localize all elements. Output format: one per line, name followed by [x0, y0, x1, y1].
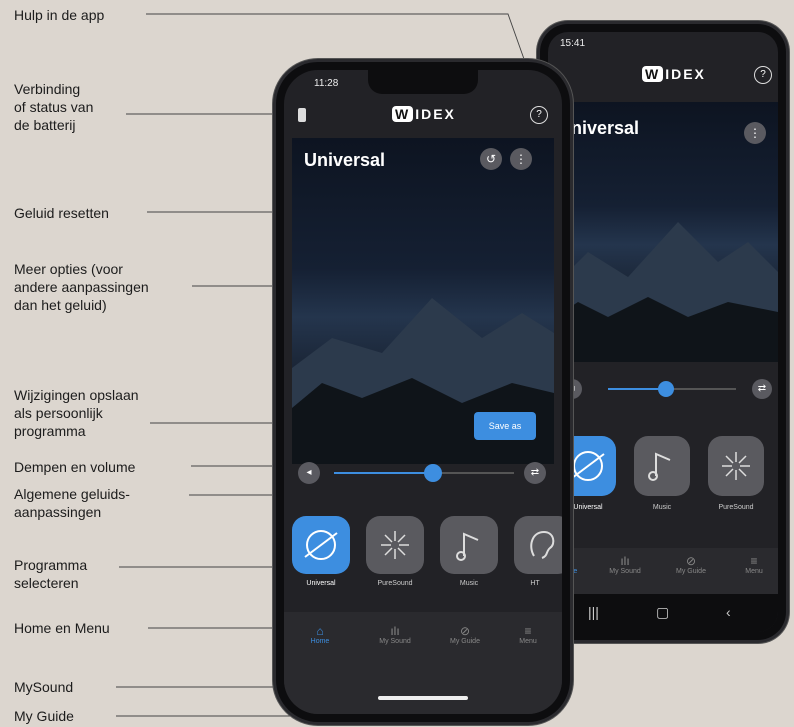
front-nav-mysound[interactable]: ılı My Sound	[370, 624, 420, 645]
back-program-title: Universal	[558, 118, 640, 138]
front-nav-menu-label: Menu	[519, 638, 537, 645]
back-background-image	[548, 102, 778, 362]
front-nav-bar: ⌂ Home ılı My Sound ⊘ My Guide ≡ Menu	[284, 612, 562, 714]
callout-help: Hulp in de app	[14, 7, 105, 23]
front-screen: 11:28 WIDEX ? Universal ↺ ⋮ Save as ◂ ⇄	[284, 70, 562, 714]
back-nav-mysound-label: My Sound	[609, 568, 641, 575]
back-volume-fill	[608, 388, 666, 390]
front-battery-icon[interactable]	[298, 108, 306, 122]
front-program-tile-universal[interactable]	[292, 516, 350, 574]
front-home-indicator	[378, 696, 468, 700]
back-volume-knob[interactable]	[657, 381, 674, 397]
back-program-label-2: PureSound	[718, 504, 754, 511]
back-logo-text: IDEX	[665, 66, 706, 82]
callout-save: Wijzigingen opslaan als persoonlijk prog…	[14, 387, 139, 439]
front-reset-icon[interactable]: ↺	[480, 148, 502, 170]
back-logo-w: W	[642, 66, 664, 82]
front-program-label-2: Music	[459, 580, 479, 587]
back-program-tile-music[interactable]	[634, 436, 690, 496]
front-widex-logo: W IDEX	[392, 106, 456, 122]
callout-connection: Verbinding of status van de batterij	[14, 81, 94, 133]
front-status-time: 11:28	[314, 78, 339, 89]
front-nav-mysound-label: My Sound	[379, 638, 411, 645]
back-status-time: 15:41	[560, 38, 586, 49]
back-home-button-icon[interactable]: ▢	[656, 604, 669, 621]
back-recent-apps-icon[interactable]: |||	[588, 604, 599, 620]
back-mysound-icon: ılı	[620, 554, 630, 568]
front-nav-myguide[interactable]: ⊘ My Guide	[440, 624, 490, 645]
front-more-options-icon[interactable]: ⋮	[510, 148, 532, 170]
back-nav-mysound[interactable]: ılı My Sound	[600, 554, 650, 575]
back-nav-myguide-label: My Guide	[676, 568, 706, 575]
front-nav-myguide-label: My Guide	[450, 638, 480, 645]
back-nav-menu-label: Menu	[745, 568, 763, 575]
front-help-icon[interactable]: ?	[530, 106, 548, 124]
front-program-title: Universal	[304, 150, 386, 170]
front-nav-home-label: Home	[310, 638, 330, 645]
back-nav-bar: ⌂Home ılıMy Sound ⊘My Guide ≡Menu	[548, 548, 778, 594]
front-home-icon: ⌂	[316, 624, 324, 638]
front-program-tile-puresound[interactable]	[366, 516, 424, 574]
front-program-tile-ht[interactable]	[514, 516, 562, 574]
back-back-button-icon[interactable]: ‹	[726, 604, 731, 620]
front-sound-adjust-icon[interactable]: ⇄	[524, 462, 546, 484]
front-menu-icon: ≡	[524, 624, 532, 638]
callout-home-menu: Home en Menu	[14, 620, 110, 636]
back-more-options-icon[interactable]: ⋮	[744, 122, 766, 144]
front-music-icon	[456, 532, 479, 561]
back-program-label-1: Music	[652, 504, 672, 511]
front-puresound-icon	[381, 531, 409, 559]
back-sound-adjust-icon[interactable]: ⇄	[752, 379, 772, 399]
front-program-label-0: Universal	[306, 580, 336, 587]
back-screen: 15:41 W IDEX ? Universal ⋮ ◂ ⇄ Universal …	[548, 32, 778, 632]
callout-more-options: Meer opties (voor andere aanpassingen da…	[14, 261, 149, 313]
front-volume-fill	[334, 472, 433, 474]
callout-general-sound: Algemene geluids- aanpassingen	[14, 486, 130, 520]
callout-myguide: My Guide	[14, 708, 74, 724]
back-phone: 15:41 W IDEX ? Universal ⋮ ◂ ⇄ Universal …	[540, 24, 786, 640]
front-nav-home[interactable]: ⌂ Home	[300, 624, 340, 645]
front-logo-text: IDEX	[415, 106, 456, 122]
front-mute-icon[interactable]: ◂	[298, 462, 320, 484]
callout-program-select: Programma selecteren	[14, 557, 88, 591]
back-music-icon	[648, 452, 671, 481]
back-android-nav: ||| ▢ ‹	[548, 594, 778, 632]
back-menu-icon: ≡	[750, 554, 758, 568]
front-universal-icon	[304, 530, 338, 560]
back-nav-myguide[interactable]: ⊘ My Guide	[666, 554, 716, 575]
front-program-label-1: PureSound	[377, 580, 413, 587]
back-myguide-icon: ⊘	[685, 554, 697, 568]
save-as-button[interactable]: Save as	[474, 412, 536, 440]
callout-reset: Geluid resetten	[14, 205, 109, 221]
front-phone: 11:28 WIDEX ? Universal ↺ ⋮ Save as ◂ ⇄	[276, 62, 570, 722]
back-help-icon[interactable]: ?	[754, 66, 772, 84]
front-nav-menu[interactable]: ≡ Menu	[506, 624, 550, 645]
back-nav-menu[interactable]: ≡ Menu	[732, 554, 776, 575]
front-myguide-icon: ⊘	[459, 624, 471, 638]
front-program-label-3: HT	[530, 580, 540, 587]
back-widex-logo: W IDEX	[642, 66, 706, 82]
back-mountain-art	[548, 222, 778, 362]
front-mysound-icon: ılı	[390, 624, 400, 638]
back-puresound-icon	[722, 452, 750, 480]
back-program-tile-puresound[interactable]	[708, 436, 764, 496]
front-program-tile-music[interactable]	[440, 516, 498, 574]
front-volume-knob[interactable]	[424, 464, 442, 482]
front-logo-w: W	[392, 106, 414, 122]
front-ear-icon	[530, 530, 555, 559]
front-notch	[368, 70, 478, 94]
callout-mute-volume: Dempen en volume	[14, 459, 136, 475]
callout-mysound: MySound	[14, 679, 74, 695]
